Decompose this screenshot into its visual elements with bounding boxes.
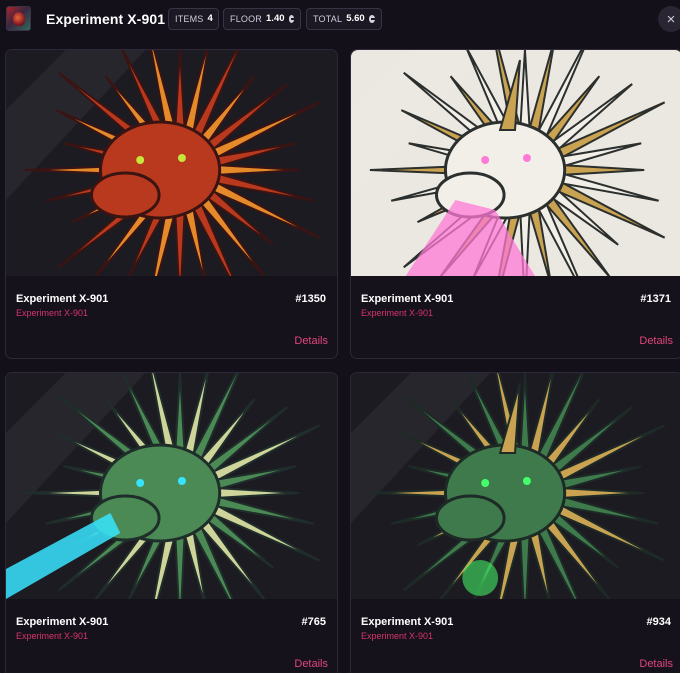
total-stat-label: TOTAL xyxy=(313,14,343,24)
nft-number: #1371 xyxy=(640,293,671,305)
total-stat: TOTAL 5.60 xyxy=(306,8,382,30)
collection-header: Experiment X-901 ITEMS 4 FLOOR 1.40 TOTA… xyxy=(0,0,680,40)
nft-collection-link[interactable]: Experiment X-901 xyxy=(361,631,433,641)
currency-icon xyxy=(288,15,296,23)
collection-title: Experiment X-901 xyxy=(46,11,166,27)
nft-card[interactable]: Experiment X-901 #1350 Experiment X-901 … xyxy=(5,49,338,359)
creature-artwork xyxy=(6,50,337,276)
collection-avatar xyxy=(6,6,31,31)
nft-collection-link[interactable]: Experiment X-901 xyxy=(16,631,88,641)
items-stat-value: 4 xyxy=(207,13,213,24)
nft-collection-link[interactable]: Experiment X-901 xyxy=(361,308,433,318)
details-link[interactable]: Details xyxy=(294,335,328,347)
nft-number: #934 xyxy=(646,616,671,628)
nft-name: Experiment X-901 xyxy=(16,293,109,305)
floor-stat-value: 1.40 xyxy=(266,13,285,24)
creature-artwork xyxy=(351,373,680,599)
nft-number: #1350 xyxy=(295,293,326,305)
creature-artwork xyxy=(6,373,337,599)
items-stat-label: ITEMS xyxy=(175,14,204,24)
items-stat: ITEMS 4 xyxy=(168,8,219,30)
nft-card[interactable]: Experiment X-901 #934 Experiment X-901 D… xyxy=(350,372,680,673)
details-link[interactable]: Details xyxy=(639,335,673,347)
nft-image[interactable] xyxy=(351,50,680,276)
nft-number: #765 xyxy=(301,616,326,628)
floor-stat: FLOOR 1.40 xyxy=(223,8,301,30)
floor-stat-label: FLOOR xyxy=(230,14,263,24)
nft-name: Experiment X-901 xyxy=(361,616,454,628)
nft-image[interactable] xyxy=(6,373,337,599)
close-button[interactable]: × xyxy=(658,6,680,32)
nft-collection-link[interactable]: Experiment X-901 xyxy=(16,308,88,318)
nft-card[interactable]: Experiment X-901 #765 Experiment X-901 D… xyxy=(5,372,338,673)
details-link[interactable]: Details xyxy=(294,658,328,670)
details-link[interactable]: Details xyxy=(639,658,673,670)
nft-name: Experiment X-901 xyxy=(16,616,109,628)
creature-artwork xyxy=(351,50,680,276)
close-icon: × xyxy=(666,10,676,28)
nft-image[interactable] xyxy=(6,50,337,276)
total-stat-value: 5.60 xyxy=(346,13,365,24)
nft-name: Experiment X-901 xyxy=(361,293,454,305)
currency-icon xyxy=(368,15,375,23)
nft-card[interactable]: Experiment X-901 #1371 Experiment X-901 … xyxy=(350,49,680,359)
nft-image[interactable] xyxy=(351,373,680,599)
